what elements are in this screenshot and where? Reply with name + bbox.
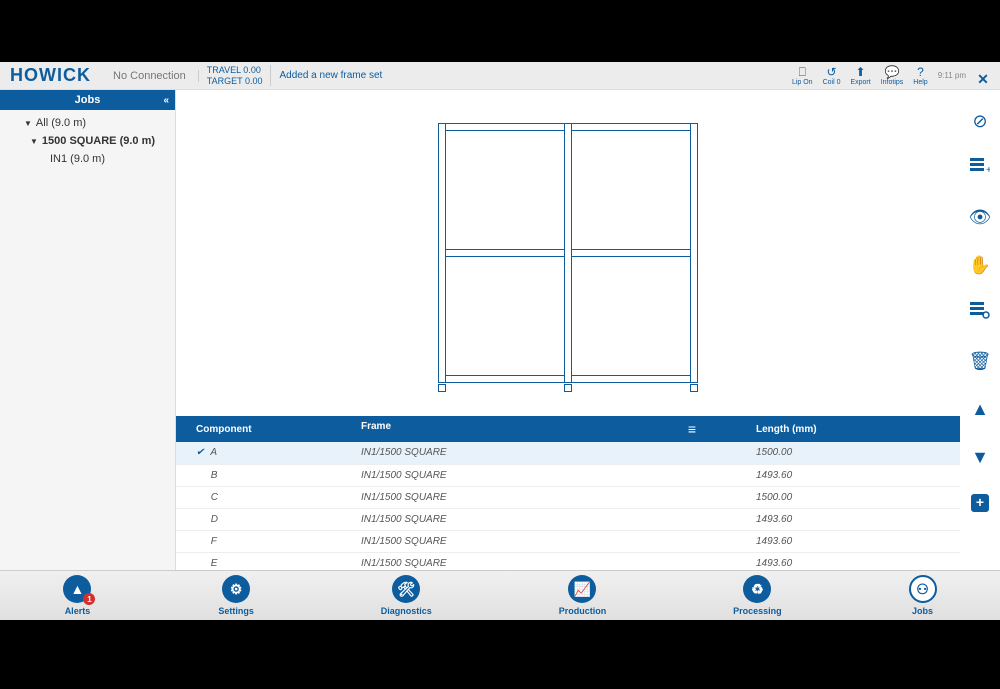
infotips-button[interactable]: 💬Infotips — [877, 65, 908, 86]
move-up-button[interactable]: ▲ — [969, 398, 991, 420]
status-message: Added a new frame set — [271, 70, 390, 81]
plus-icon: + — [971, 494, 989, 517]
col-component[interactable]: Component — [176, 416, 351, 442]
handle-icon[interactable] — [690, 384, 698, 392]
tree-item[interactable]: IN1 (9.0 m) — [0, 150, 175, 168]
export-icon: ⬆ — [854, 65, 868, 79]
caret-down-icon: ▼ — [24, 119, 32, 128]
alerts-badge: 1 — [83, 593, 95, 605]
jobs-tree: ▼All (9.0 m) ▼1500 SQUARE (9.0 m) IN1 (9… — [0, 110, 175, 172]
table-row[interactable]: ✔ AIN1/1500 SQUARE1500.00 — [176, 442, 960, 464]
view-button[interactable]: 👁 — [969, 206, 991, 228]
add-row-button[interactable]: + — [969, 158, 991, 180]
move-down-button[interactable]: ▼ — [969, 446, 991, 468]
caret-down-icon: ▼ — [30, 137, 38, 146]
nav-production[interactable]: 📈 Production — [559, 575, 607, 616]
check-icon: ✔ — [196, 447, 208, 458]
table-row[interactable]: DIN1/1500 SQUARE1493.60 — [176, 508, 960, 530]
refresh-row-button[interactable] — [969, 302, 991, 324]
gear-icon: ⚙ — [222, 575, 250, 603]
refresh-row-icon — [970, 302, 990, 325]
handle-icon[interactable] — [438, 384, 446, 392]
sidebar-header: Jobs « — [0, 90, 175, 110]
help-button[interactable]: ?Help — [909, 65, 931, 86]
lipon-icon: ⎕ — [795, 65, 809, 79]
handle-icon[interactable] — [564, 384, 572, 392]
table-row[interactable]: FIN1/1500 SQUARE1493.60 — [176, 530, 960, 552]
chart-icon: 📈 — [568, 575, 596, 603]
app-window: HOWICK No Connection TRAVEL 0.00 TARGET … — [0, 62, 1000, 620]
bottom-nav: ▲ Alerts 1 ⚙ Settings 🛠 Diagnostics 📈 Pr… — [0, 570, 1000, 620]
tools-icon: 🛠 — [392, 575, 420, 603]
cycle-icon: ♻ — [743, 575, 771, 603]
clock: 9:11 pm — [934, 71, 970, 80]
cancel-icon: ⊘ — [972, 111, 987, 132]
connection-status: No Connection — [101, 70, 199, 82]
delete-button[interactable]: 🗑 — [969, 350, 991, 372]
header-bar: HOWICK No Connection TRAVEL 0.00 TARGET … — [0, 62, 1000, 90]
tree-job[interactable]: ▼1500 SQUARE (9.0 m) — [0, 132, 175, 150]
table-header-row: Component Frame≡ Length (mm) — [176, 416, 960, 442]
nav-processing[interactable]: ♻ Processing — [733, 575, 782, 616]
canvas-area[interactable] — [176, 90, 960, 416]
trash-icon: 🗑 — [969, 351, 992, 372]
header-right: ⎕Lip On ↺Coil 0 ⬆Export 💬Infotips ?Help … — [788, 65, 1000, 86]
close-button[interactable]: ✕ — [972, 72, 994, 86]
component-table: Component Frame≡ Length (mm) ✔ AIN1/1500… — [176, 416, 960, 570]
selection-handles — [438, 384, 698, 392]
nav-alerts[interactable]: ▲ Alerts 1 — [63, 575, 91, 616]
table-row[interactable]: CIN1/1500 SQUARE1500.00 — [176, 486, 960, 508]
col-frame[interactable]: Frame≡ — [351, 416, 746, 442]
close-icon: ✕ — [976, 72, 990, 86]
hand-icon: ✋ — [969, 255, 991, 276]
add-button[interactable]: + — [969, 494, 991, 516]
logo: HOWICK — [0, 65, 101, 86]
infotips-icon: 💬 — [885, 65, 899, 79]
help-icon: ? — [913, 65, 927, 79]
hand-button[interactable]: ✋ — [969, 254, 991, 276]
tree-root[interactable]: ▼All (9.0 m) — [0, 114, 175, 132]
svg-text:+: + — [986, 165, 990, 176]
eye-icon: 👁 — [969, 207, 992, 228]
cancel-button[interactable]: ⊘ — [969, 110, 991, 132]
export-button[interactable]: ⬆Export — [846, 65, 874, 86]
content-area: Component Frame≡ Length (mm) ✔ AIN1/1500… — [176, 90, 960, 570]
table-row[interactable]: EIN1/1500 SQUARE1493.60 — [176, 552, 960, 570]
sidebar-title: Jobs — [75, 94, 101, 106]
sidebar-collapse-button[interactable]: « — [163, 95, 169, 106]
nav-settings[interactable]: ⚙ Settings — [218, 575, 254, 616]
sidebar: Jobs « ▼All (9.0 m) ▼1500 SQUARE (9.0 m)… — [0, 90, 176, 570]
menu-icon[interactable]: ≡ — [688, 421, 696, 437]
main-area: Jobs « ▼All (9.0 m) ▼1500 SQUARE (9.0 m)… — [0, 90, 1000, 570]
frame-drawing — [438, 123, 698, 383]
travel-target: TRAVEL 0.00 TARGET 0.00 — [199, 65, 272, 87]
add-row-icon: + — [970, 158, 990, 181]
arrow-down-icon: ▼ — [971, 447, 989, 468]
coil-button[interactable]: ↺Coil 0 — [819, 65, 845, 86]
svg-text:+: + — [976, 494, 984, 510]
table-row[interactable]: BIN1/1500 SQUARE1493.60 — [176, 464, 960, 486]
lipon-button[interactable]: ⎕Lip On — [788, 65, 817, 86]
travel-value: TRAVEL 0.00 — [207, 65, 263, 76]
arrow-up-icon: ▲ — [971, 399, 989, 420]
nav-diagnostics[interactable]: 🛠 Diagnostics — [381, 575, 432, 616]
hierarchy-icon: ⚇ — [909, 575, 937, 603]
coil-icon: ↺ — [825, 65, 839, 79]
col-length[interactable]: Length (mm) — [746, 416, 960, 442]
target-value: TARGET 0.00 — [207, 76, 263, 87]
nav-jobs[interactable]: ⚇ Jobs — [909, 575, 937, 616]
right-toolbar: ⊘ + 👁 ✋ 🗑 ▲ ▼ + — [960, 90, 1000, 570]
